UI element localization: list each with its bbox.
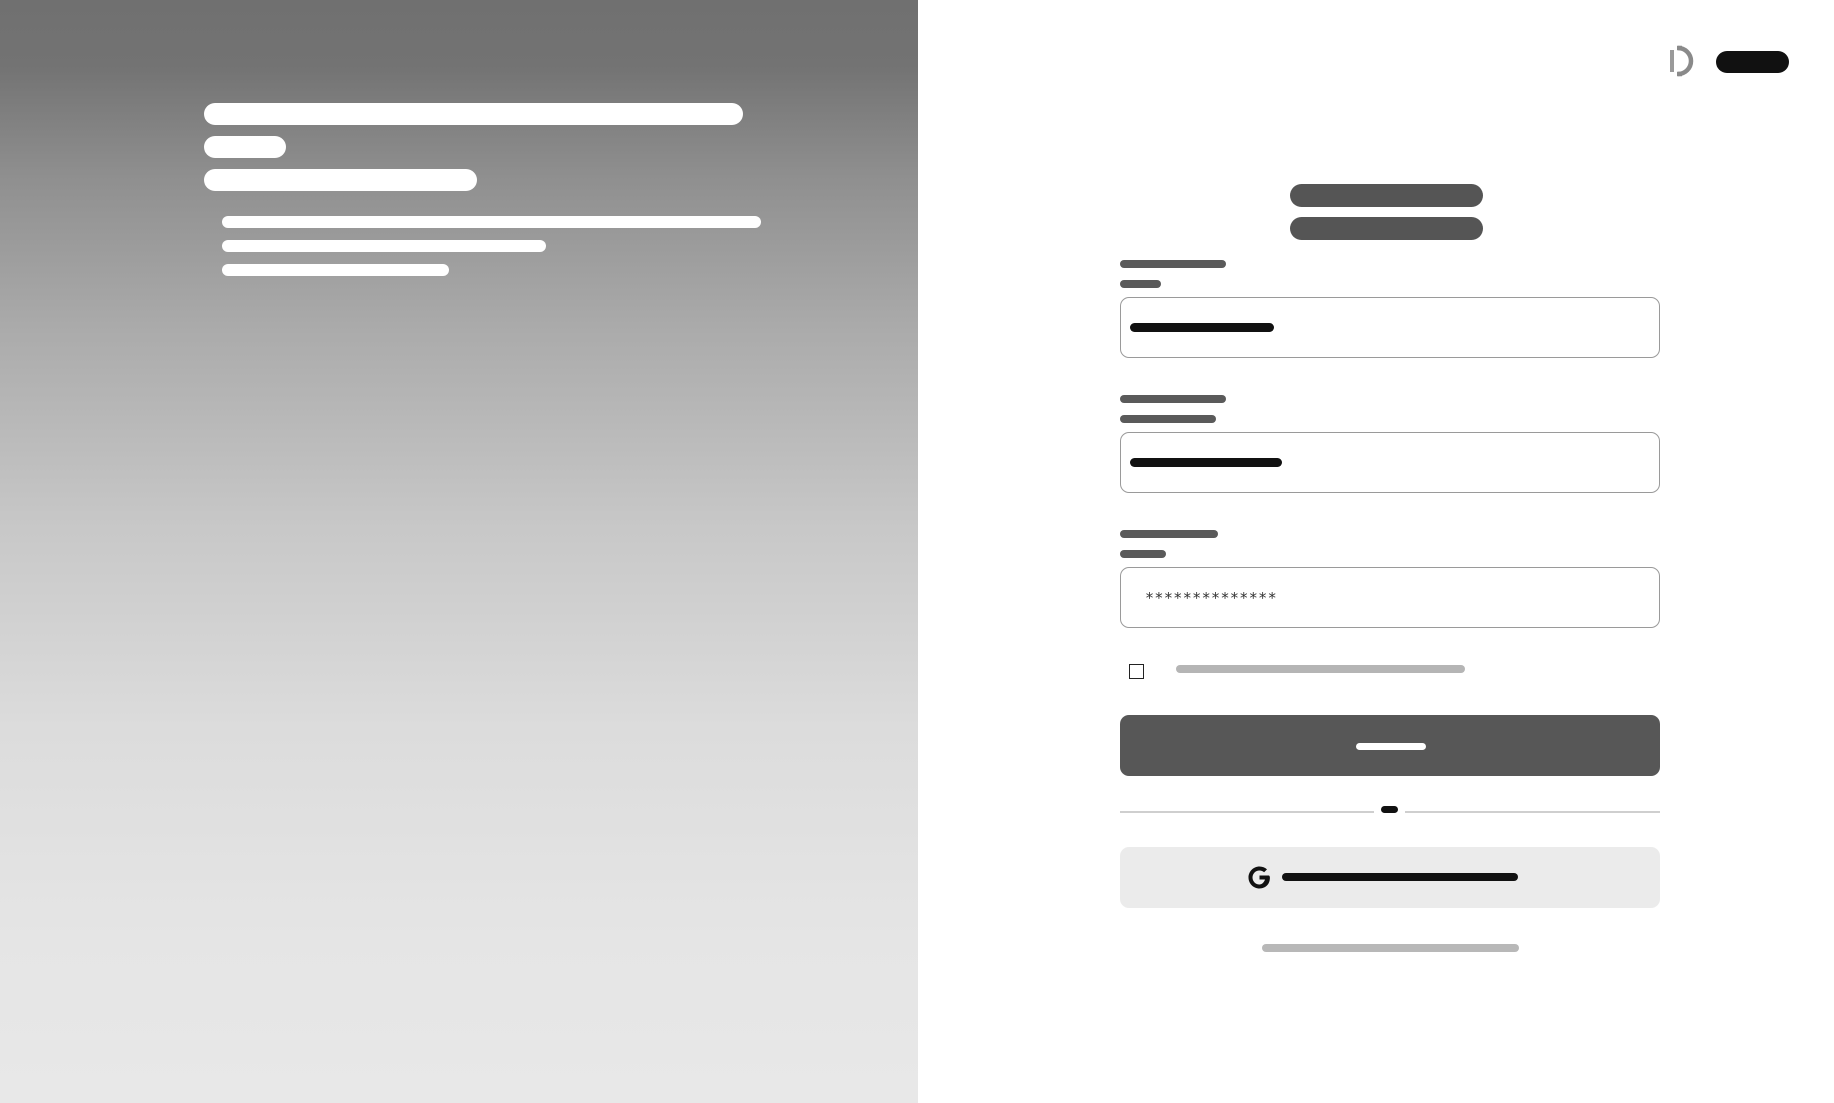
google-icon: [1248, 866, 1270, 889]
field-1-value: [1130, 323, 1274, 332]
field-1-label: [1120, 260, 1226, 268]
field-1-sublabel: [1120, 280, 1161, 288]
footer-link[interactable]: [1262, 944, 1519, 952]
agree-checkbox-label: [1176, 665, 1465, 673]
password-value: **************: [1145, 589, 1278, 607]
divider-right: [1405, 811, 1660, 813]
field-2-input[interactable]: [1120, 432, 1660, 493]
auth-panel: [918, 0, 1834, 1103]
form-title-line-2: [1290, 217, 1483, 240]
promo-headline-line-3: [204, 169, 477, 191]
promo-text-line-2: [222, 240, 546, 252]
password-input[interactable]: **************: [1120, 567, 1660, 628]
brand-logo-icon[interactable]: [1666, 44, 1700, 78]
field-1-input[interactable]: [1120, 297, 1660, 358]
promo-text-line-1: [222, 216, 761, 228]
submit-button-label: [1356, 743, 1426, 750]
agree-checkbox[interactable]: [1129, 664, 1144, 679]
promo-headline-line-2: [204, 136, 286, 158]
field-2-value: [1130, 458, 1282, 467]
promo-panel: [0, 0, 918, 1103]
google-signin-button[interactable]: [1120, 847, 1660, 908]
divider-label: [1381, 806, 1398, 813]
promo-text-line-3: [222, 264, 449, 276]
field-2-label: [1120, 395, 1226, 403]
password-sublabel: [1120, 550, 1166, 558]
google-signin-label: [1282, 873, 1518, 881]
submit-button[interactable]: [1120, 715, 1660, 776]
header-action-button[interactable]: [1716, 51, 1789, 73]
field-2-sublabel: [1120, 415, 1216, 423]
form-title-line-1: [1290, 184, 1483, 207]
divider-left: [1120, 811, 1374, 813]
promo-headline-line-1: [204, 103, 743, 125]
password-label: [1120, 530, 1218, 538]
